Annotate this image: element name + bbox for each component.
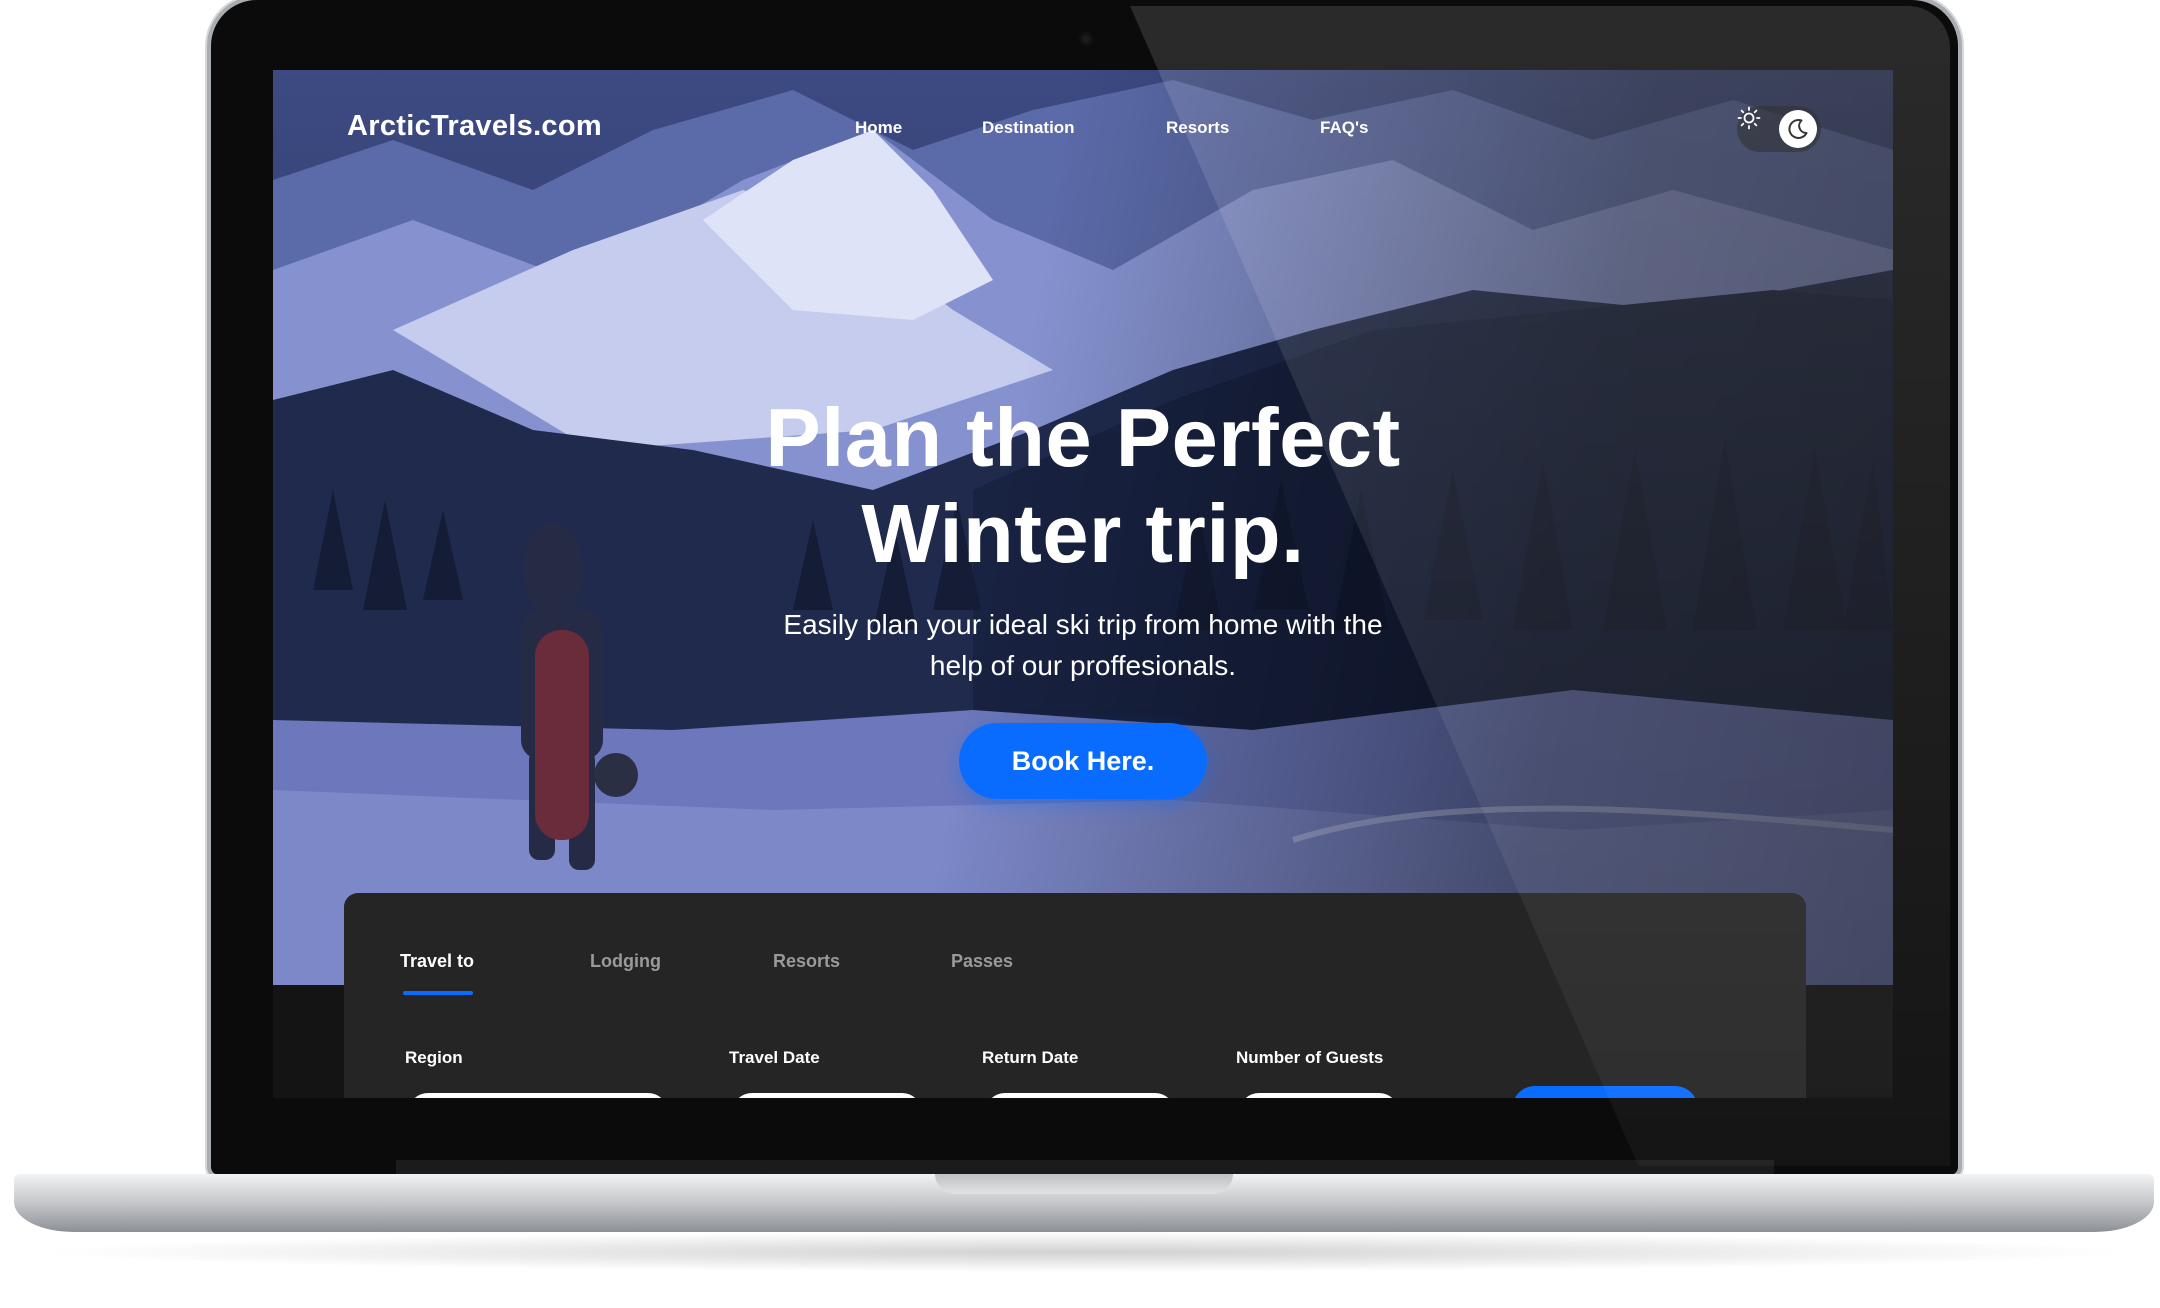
tab-passes[interactable]: Passes: [951, 951, 1013, 972]
toggle-knob[interactable]: [1779, 110, 1817, 148]
travel-date-input[interactable]: [732, 1093, 922, 1098]
laptop-hinge: [396, 1160, 1774, 1174]
travel-date-label: Travel Date: [729, 1048, 820, 1067]
active-tab-indicator: [403, 991, 473, 995]
sun-icon: [1737, 106, 1761, 130]
moon-icon: [1788, 118, 1808, 139]
site-logo[interactable]: ArcticTravels.com: [347, 110, 602, 143]
search-button[interactable]: [1512, 1086, 1698, 1098]
theme-toggle[interactable]: [1737, 106, 1821, 152]
subtitle-line-2: help of our proffesionals.: [929, 650, 1237, 681]
nav-destination[interactable]: Destination: [982, 118, 1075, 138]
headline-line-2: Winter trip.: [861, 487, 1305, 580]
nav-resorts[interactable]: Resorts: [1166, 118, 1229, 138]
hero-headline: Plan the Perfect Winter trip.: [633, 390, 1533, 582]
region-input[interactable]: [408, 1093, 668, 1098]
hero-subtitle: Easily plan your ideal ski trip from hom…: [733, 604, 1433, 686]
tab-resorts[interactable]: Resorts: [773, 951, 840, 972]
tab-lodging[interactable]: Lodging: [590, 951, 661, 972]
nav-faqs[interactable]: FAQ's: [1320, 118, 1368, 138]
laptop-shadow: [30, 1232, 2140, 1272]
headline-line-1: Plan the Perfect: [765, 391, 1401, 484]
nav-home[interactable]: Home: [855, 118, 902, 138]
hero-section: ArcticTravels.com Home Destination Resor…: [273, 70, 1893, 985]
subtitle-line-1: Easily plan your ideal ski trip from hom…: [783, 609, 1383, 640]
region-label: Region: [405, 1048, 463, 1067]
return-date-input[interactable]: [985, 1093, 1175, 1098]
browser-screen: ArcticTravels.com Home Destination Resor…: [273, 70, 1893, 1098]
webcam: [1079, 32, 1093, 46]
book-here-button[interactable]: Book Here.: [959, 723, 1207, 799]
guests-input[interactable]: [1239, 1093, 1399, 1098]
laptop-notch: [935, 1174, 1233, 1194]
guests-label: Number of Guests: [1236, 1048, 1384, 1067]
tab-travel-to[interactable]: Travel to: [400, 951, 474, 972]
booking-panel: Travel to Lodging Resorts Passes Region …: [344, 893, 1806, 1098]
return-date-label: Return Date: [982, 1048, 1079, 1067]
